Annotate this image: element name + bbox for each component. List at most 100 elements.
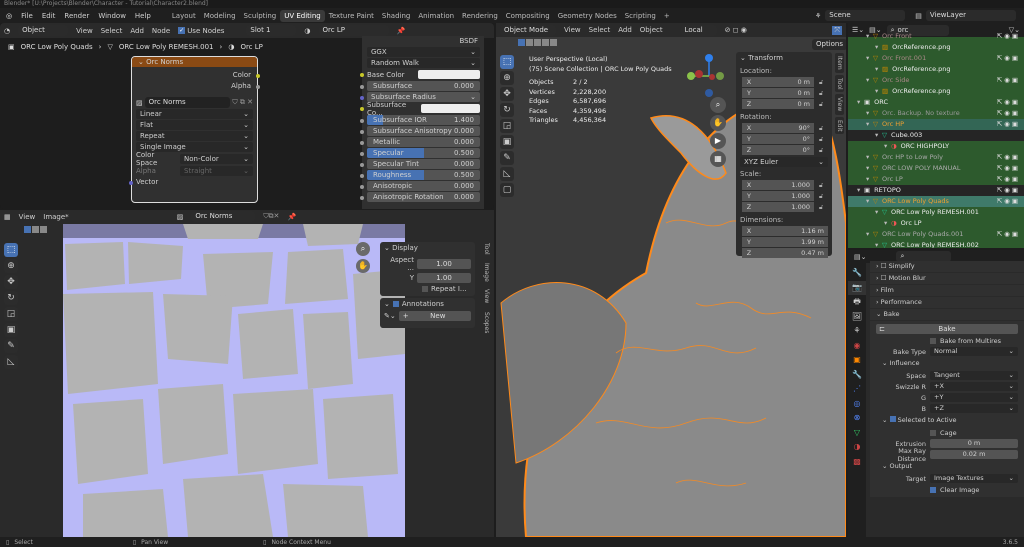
scale-icon[interactable]: ◲ xyxy=(4,307,18,321)
pan-hand-icon[interactable]: ✋ xyxy=(710,115,726,131)
lock-icon[interactable]: 🔓︎ xyxy=(819,146,823,155)
material-tab-icon[interactable]: ◑ xyxy=(848,440,866,455)
cursor-icon[interactable]: ⊕ xyxy=(4,259,18,273)
fake-user-icon[interactable]: ⛉ ⧉ ✕ xyxy=(232,98,253,107)
transform-field-row[interactable]: Z0 m 🔓︎ xyxy=(736,99,832,109)
swizzle-select[interactable]: +Z ⌄ xyxy=(930,404,1018,413)
annotate-icon[interactable]: ✎ xyxy=(4,339,18,353)
object-type-select[interactable]: Object xyxy=(18,25,69,36)
transform-value[interactable]: 0 m xyxy=(756,77,814,87)
transform-field-row[interactable]: X 1.000 🔓︎ xyxy=(736,180,832,190)
pan-hand-icon[interactable]: ✋ xyxy=(356,259,370,273)
output-tab-icon[interactable]: 🖶 xyxy=(848,295,866,310)
image-name-field[interactable]: Orc Norms xyxy=(191,211,256,222)
transform-field-row[interactable]: Y0 m 🔓︎ xyxy=(736,88,832,98)
menu-render[interactable]: Render xyxy=(64,12,89,20)
new-annotation-button[interactable]: + New xyxy=(398,311,471,321)
zoom-icon[interactable]: ⌕ xyxy=(356,242,370,256)
move-icon[interactable]: ✥ xyxy=(500,87,514,101)
tab-image[interactable]: Image xyxy=(482,259,491,285)
tool-tab-icon[interactable]: 🔧 xyxy=(848,266,866,281)
input-socket[interactable] xyxy=(360,163,364,167)
modifier-tab-icon[interactable]: 🔧 xyxy=(848,368,866,383)
transform-icon[interactable]: ▣ xyxy=(500,135,514,149)
menu-window[interactable]: Window xyxy=(98,12,126,20)
blender-logo-icon[interactable]: ◎ xyxy=(6,12,12,20)
particles-tab-icon[interactable]: ⋰ xyxy=(848,382,866,397)
measure-icon[interactable]: ◺ xyxy=(500,167,514,181)
uv-canvas[interactable]: ⌕ ✋ xyxy=(63,224,405,537)
texture-tab-icon[interactable]: ▩ xyxy=(848,455,866,470)
tab-texture-paint[interactable]: Texture Paint xyxy=(325,10,378,22)
transform-field-row[interactable]: X0 m 🔓︎ xyxy=(736,77,832,87)
camera-icon[interactable]: ▶ xyxy=(710,133,726,149)
transform-value[interactable]: 1.99 m xyxy=(756,237,828,247)
viewlayer-selector[interactable]: ViewLayer xyxy=(925,10,1016,21)
principled-bsdf-node[interactable]: BSDF GGX ⌄ Random Walk ⌄ Base Color Subsurf… xyxy=(360,36,484,209)
properties-editor[interactable]: ▤⌄ ⌕ 🔧 📷 🖶 🖼 ⚘ ◉ ▣ 🔧 ⋰ ◎ ⊗ ▽ ◑ ▩ › ☐ Simplify › ☐ Moti… xyxy=(848,250,1024,537)
visibility-icons[interactable]: ⇱◉▣ xyxy=(997,229,1020,240)
section-film[interactable]: › Film xyxy=(870,285,1024,296)
section-motion-blur[interactable]: › ☐ Motion Blur xyxy=(870,273,1024,284)
rotate-icon[interactable]: ↻ xyxy=(4,291,18,305)
lock-icon[interactable]: 🔓︎ xyxy=(819,100,823,109)
outliner-item[interactable]: ▾ ▽ ORC Low Poly Quads ⇱◉▣ xyxy=(848,196,1024,207)
annotate-icon[interactable]: ✎ xyxy=(500,151,514,165)
input-socket[interactable] xyxy=(360,141,364,145)
transform-value[interactable]: 90° xyxy=(756,123,814,133)
constraints-tab-icon[interactable]: ⊗ xyxy=(848,411,866,426)
render-tab-icon[interactable]: 📷 xyxy=(848,280,866,295)
bsdf-input-row[interactable]: Subsurface Co... xyxy=(367,101,480,117)
visibility-icons[interactable]: ⇱◉▣ xyxy=(997,31,1020,42)
outliner-item[interactable]: ▾ ▽ Orc HP ⇱◉▣ xyxy=(848,119,1024,130)
section-influence[interactable]: ⌄ Influence xyxy=(876,358,1024,369)
outliner-item[interactable]: ▾ ▽ Orc. Backup. No texture ⇱◉▣ xyxy=(848,108,1024,119)
snap-icon[interactable]: ⊘ ◻ ◉ xyxy=(725,26,747,34)
outliner-item[interactable]: ▾ ▽ Cube.003 xyxy=(848,130,1024,141)
bsdf-input-row[interactable]: Subsurface 0.000 xyxy=(367,81,480,91)
bsdf-input-row[interactable]: Roughness 0.500 xyxy=(367,170,480,180)
tab-edit[interactable]: Edit xyxy=(835,116,844,135)
vector-socket[interactable] xyxy=(129,181,133,185)
transform-value[interactable]: 0° xyxy=(756,145,814,155)
transform-value[interactable]: 1.16 m xyxy=(756,226,828,236)
slot-select[interactable]: Slot 1 xyxy=(246,25,297,36)
tab-rendering[interactable]: Rendering xyxy=(458,10,502,22)
lock-icon[interactable]: 🔓︎ xyxy=(819,203,823,212)
outliner-item[interactable]: ▾ ▽ ORC LOW POLY MANUAL ⇱◉▣ xyxy=(848,163,1024,174)
visibility-icons[interactable]: ⇱◉▣ xyxy=(997,75,1020,86)
scene-selector[interactable]: Scene xyxy=(825,10,906,21)
image-browse-icon[interactable]: ▨ xyxy=(177,213,184,221)
navigation-gizmo[interactable] xyxy=(684,51,734,101)
color-space-select[interactable]: Non-Color ⌄ xyxy=(180,154,253,164)
tab-compositing[interactable]: Compositing xyxy=(502,10,554,22)
input-socket[interactable] xyxy=(360,85,364,89)
object-tab-icon[interactable]: ▣ xyxy=(848,353,866,368)
bsdf-input-row[interactable]: Anisotropic Rotation 0.000 xyxy=(367,192,480,202)
menu-edit[interactable]: Edit xyxy=(42,12,56,20)
view-layer-tab-icon[interactable]: 🖼 xyxy=(848,310,866,325)
lock-icon[interactable]: 🔓︎ xyxy=(819,78,823,87)
visibility-icons[interactable]: ⇱◉▣ xyxy=(997,53,1020,64)
transform-panel-header[interactable]: ⌄ Transform xyxy=(736,54,832,64)
select-mode-buttons[interactable] xyxy=(518,39,557,46)
editor-type-icon[interactable]: ◔ xyxy=(4,27,10,35)
transform-icon[interactable]: ▣ xyxy=(4,323,18,337)
viewport-menu-object[interactable]: Object xyxy=(640,26,663,34)
outliner-item[interactable]: ▾ ▽ ORC Low Poly Quads.001 ⇱◉▣ xyxy=(848,229,1024,240)
mode-select[interactable]: Object Mode xyxy=(500,24,556,36)
outliner-item[interactable]: ▾ ▣ ORC ⇱◉▣ xyxy=(848,97,1024,108)
extrusion-field[interactable]: 0 m xyxy=(930,439,1018,448)
transform-value[interactable]: 1.000 xyxy=(756,180,814,190)
breadcrumb-mesh[interactable]: ORC Low Poly REMESH.001 xyxy=(119,43,214,51)
visibility-icons[interactable]: ⇱◉▣ xyxy=(997,185,1020,196)
input-socket[interactable] xyxy=(360,185,364,189)
bsdf-input-row[interactable]: Specular 0.500 xyxy=(367,148,480,158)
use-nodes-checkbox[interactable]: ✓ xyxy=(178,27,186,34)
tab-item[interactable]: Item xyxy=(835,53,844,73)
bake-button[interactable]: ⊏ Bake xyxy=(876,324,1018,334)
viewport-menu-add[interactable]: Add xyxy=(618,26,632,34)
image-menu-image[interactable]: Image* xyxy=(43,213,68,221)
visibility-icons[interactable]: ⇱◉▣ xyxy=(997,174,1020,185)
move-icon[interactable]: ✥ xyxy=(4,275,18,289)
